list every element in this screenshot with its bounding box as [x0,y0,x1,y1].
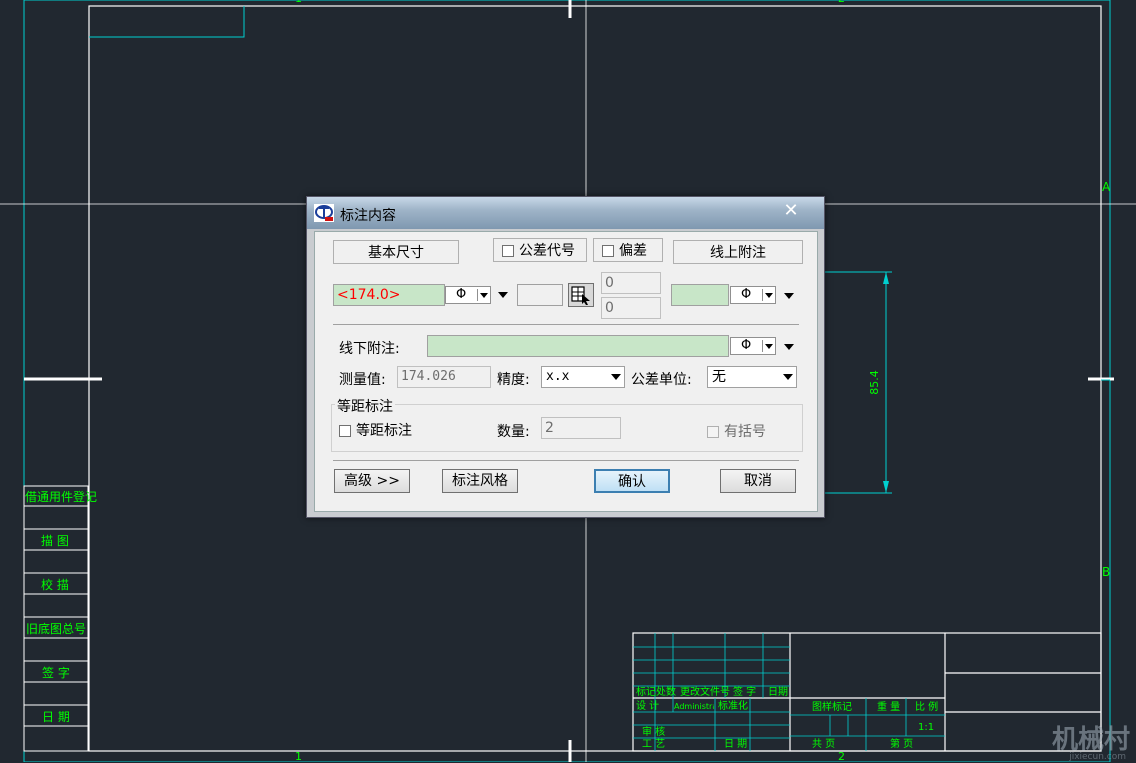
chevron-down-icon [611,374,621,380]
chevron-down-icon [784,293,794,299]
phi-icon: Φ [741,338,752,353]
divider [333,460,799,461]
tb-label-sign: 签 字 [733,687,757,698]
tb-label-page: 第 页 [890,739,914,750]
divider [333,324,799,325]
dim-arrow-bottom [883,481,889,493]
lower-note-symbol-select[interactable]: Φ [730,337,776,355]
tb-scale-value: 1:1 [918,722,935,733]
basic-size-dropdown-button[interactable] [495,284,511,304]
phi-icon: Φ [741,287,752,302]
watermark-logo: 机械村 [1051,725,1130,755]
advanced-button[interactable]: 高级 >> [334,469,410,493]
lower-note-dropdown-button[interactable] [781,336,797,356]
zone-label-top-2: 2 [838,0,845,5]
watermark-url: jixiecun.com [1069,752,1126,762]
tolerance-code-label: 公差代号 [519,243,575,259]
zone-label-a: A [1102,180,1111,194]
zone-label-b: B [1102,565,1111,579]
dialog-titlebar[interactable]: 标注内容 ✕ [307,197,824,229]
upper-note-dropdown-button[interactable] [781,285,797,305]
zone-label-bottom-1: 1 [295,750,302,763]
upper-note-symbol-select[interactable]: Φ [730,286,776,304]
measured-value-field: 174.026 [397,366,491,388]
tb-label-design: 设 计 [636,701,660,712]
left-strip-label-5: 签 字 [42,666,70,680]
close-button[interactable]: ✕ [774,201,808,221]
basic-size-input[interactable]: <174.0> [333,284,445,306]
tolerance-code-check-icon [502,245,514,257]
equidistant-check-label: 等距标注 [356,423,412,439]
precision-value: x.x [546,369,570,384]
tolerance-code-checkbox[interactable]: 公差代号 [493,238,587,262]
tb-label-total-pages: 共 页 [812,739,836,750]
equidistant-checkbox[interactable]: 等距标注 [339,420,412,440]
dialog-title: 标注内容 [340,208,396,224]
left-strip-label-6: 日 期 [42,710,70,724]
lower-note-label: 线下附注: [339,341,400,357]
measured-label: 测量值: [339,372,386,388]
tb-label-date2: 日 期 [724,739,748,750]
equidistant-check-icon [339,425,351,437]
zone-label-bottom-2: 2 [838,750,845,763]
precision-select[interactable]: x.x [541,366,625,388]
chevron-down-icon [783,374,793,380]
tb-label-standard: 标准化 [718,701,748,712]
table-query-icon [571,286,590,305]
chevron-down-icon [480,293,488,298]
chevron-down-icon [784,344,794,350]
equidistant-group-title: 等距标注 [335,396,395,416]
tb-designer: Administrator [674,702,714,711]
cancel-button[interactable]: 取消 [720,469,796,493]
lower-note-input[interactable] [427,335,729,357]
ok-button[interactable]: 确认 [594,469,670,493]
count-input[interactable]: 2 [541,417,621,439]
corner-box [89,6,245,38]
dimension-content-dialog: 标注内容 ✕ 基本尺寸 公差代号 偏差 线上附注 <174.0> Φ 0 0 Φ… [306,196,825,518]
chevron-down-icon [765,344,773,349]
dim-arrow-top [883,272,889,284]
tb-label-scale: 比 例 [915,702,939,713]
tolerance-query-button[interactable] [568,283,594,307]
bracket-label: 有括号 [724,424,766,440]
left-strip-label-1: 借通用件登记 [25,490,98,504]
left-strip-label-2: 描 图 [41,534,69,548]
dialog-client: 基本尺寸 公差代号 偏差 线上附注 <174.0> Φ 0 0 Φ 线下附注: … [314,231,818,512]
deviation-check-icon [602,245,614,257]
lower-deviation-input[interactable]: 0 [601,297,661,319]
tolerance-unit-value: 无 [712,369,726,385]
zone-label-top-1: 1 [295,0,302,5]
tb-label-mark: 标记 [636,687,656,698]
upper-note-header: 线上附注 [673,240,803,264]
deviation-label: 偏差 [619,243,647,259]
app-logo-icon [314,204,334,222]
left-strip-label-3: 校 描 [41,578,69,592]
basic-symbol-select[interactable]: Φ [445,286,491,304]
bracket-check-icon [707,426,719,438]
tb-label-weight: 重 量 [877,702,901,713]
bracket-checkbox[interactable]: 有括号 [707,421,766,441]
phi-icon: Φ [456,287,467,302]
deviation-checkbox[interactable]: 偏差 [593,238,663,262]
tb-label-count: 处数 [656,687,676,698]
upper-note-input[interactable] [671,284,729,306]
tb-label-process: 工 艺 [642,739,666,750]
tolerance-code-input[interactable] [517,284,563,306]
tolerance-unit-select[interactable]: 无 [707,366,797,388]
dimension-style-button[interactable]: 标注风格 [442,469,518,493]
count-label: 数量: [497,424,530,440]
upper-deviation-input[interactable]: 0 [601,272,661,294]
tb-label-change-doc: 更改文件号 [680,687,730,698]
tb-label-review: 审 核 [642,727,666,738]
chevron-down-icon [765,293,773,298]
chevron-down-icon [498,292,508,298]
basic-size-header: 基本尺寸 [333,240,459,264]
left-strip-label-4: 旧底图总号 [26,622,87,636]
dimension-value-text[interactable]: 85.4 [868,370,881,395]
tb-label-drawing-mark: 图样标记 [812,702,852,713]
precision-label: 精度: [497,372,530,388]
tolerance-unit-label: 公差单位: [631,372,692,388]
tb-label-date: 日期 [768,687,788,698]
close-icon: ✕ [783,200,799,221]
